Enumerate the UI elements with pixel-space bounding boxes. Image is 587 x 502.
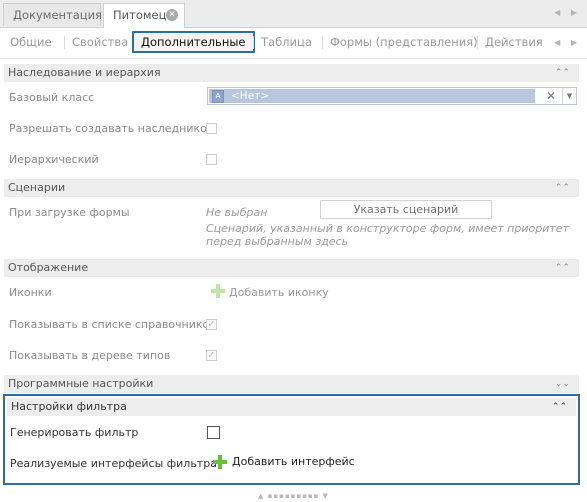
dropdown-arrow-icon[interactable]: ▼ [562, 88, 576, 104]
section-inheritance-header[interactable]: Наследование и иерархия ⌃⌃ [4, 64, 579, 82]
show-in-tree-checkbox[interactable]: ✓ [206, 350, 217, 361]
filter-settings-panel: Настройки фильтра ⌃⌃ Генерировать фильтр… [3, 394, 580, 485]
scenario-not-selected: Не выбран [206, 206, 268, 219]
tab-scroll-arrows-icon[interactable]: ◀ ▶ [554, 8, 581, 17]
icons-label: Иконки [9, 286, 52, 299]
property-tab-bar: Общие Свойства Дополнительные Таблица Фо… [0, 28, 587, 59]
collapse-chevron-icon[interactable]: ⌃⌃ [552, 398, 567, 416]
class-icon: A [212, 90, 224, 103]
show-in-tree-label: Показывать в дереве типов [9, 349, 171, 362]
collapse-chevron-icon[interactable]: ⌃⌃ [555, 179, 570, 197]
section-title: Наследование и иерархия [8, 66, 161, 79]
section-title: Отображение [8, 261, 89, 274]
tab-scroll-arrows-icon[interactable]: ◀ ▶ [554, 38, 581, 47]
set-scenario-button[interactable]: Указать сценарий [320, 200, 492, 219]
section-display-header[interactable]: Отображение ⌃⌃ [4, 259, 579, 277]
section-filter-header[interactable]: Настройки фильтра ⌃⌃ [7, 398, 576, 416]
base-class-label: Базовый класс [9, 91, 95, 104]
tab-additional[interactable]: Дополнительные [132, 31, 255, 53]
add-icon-link[interactable]: Добавить иконку [229, 286, 329, 299]
tab-documentation[interactable]: Документация [3, 3, 102, 26]
tab-pet[interactable]: Питомец ✕ [103, 3, 185, 28]
section-title: Программные настройки [8, 377, 154, 390]
section-title: Сценарии [8, 181, 66, 194]
close-icon[interactable]: ✕ [166, 9, 178, 21]
allow-inherit-label: Разрешать создавать наследников [9, 122, 214, 135]
document-tab-bar: Документация Питомец ✕ ◀ ▶ [0, 0, 587, 28]
tab-table[interactable]: Таблица [253, 35, 312, 49]
section-scenarios-header[interactable]: Сценарии ⌃⌃ [4, 179, 579, 197]
collapse-chevron-icon[interactable]: ⌃⌃ [555, 259, 570, 277]
tab-pet-label: Питомец [113, 8, 167, 22]
section-program-header[interactable]: Программные настройки ⌄⌄ [4, 375, 579, 393]
clear-icon[interactable]: ✕ [541, 88, 561, 104]
allow-inherit-checkbox[interactable] [206, 123, 217, 134]
add-interface-link[interactable]: Добавить интерфейс [232, 455, 355, 468]
add-icon[interactable] [213, 455, 227, 469]
base-class-select[interactable]: A <Нет> ✕ ▼ [207, 87, 577, 105]
base-class-value: <Нет> [231, 90, 270, 102]
section-title: Настройки фильтра [11, 400, 127, 413]
tab-general[interactable]: Общие [10, 35, 52, 49]
base-class-selected: A <Нет> [209, 89, 535, 103]
add-icon[interactable] [211, 284, 225, 298]
on-load-label: При загрузке формы [9, 206, 130, 219]
tab-forms[interactable]: Формы (представления) [322, 35, 478, 49]
scenario-hint: Сценарий, указанный в конструкторе форм,… [206, 222, 569, 248]
expand-chevron-icon[interactable]: ⌄⌄ [555, 375, 570, 393]
collapse-chevron-icon[interactable]: ⌃⌃ [555, 64, 570, 82]
show-in-catalog-checkbox[interactable]: ✓ [206, 319, 217, 330]
hierarchical-label: Иерархический [9, 153, 99, 166]
resize-grip-icon[interactable]: ▲ ▪▪▪▪▪▪▪▪▪ ▼ [258, 492, 329, 500]
generate-filter-checkbox[interactable] [207, 426, 220, 439]
hierarchical-checkbox[interactable] [206, 154, 217, 165]
generate-filter-label: Генерировать фильтр [10, 426, 139, 439]
tab-properties[interactable]: Свойства [63, 35, 128, 49]
show-in-catalog-label: Показывать в списке справочников [9, 318, 216, 331]
filter-interfaces-label: Реализуемые интерфейсы фильтра [10, 457, 217, 470]
tab-actions[interactable]: Действия [477, 35, 543, 49]
